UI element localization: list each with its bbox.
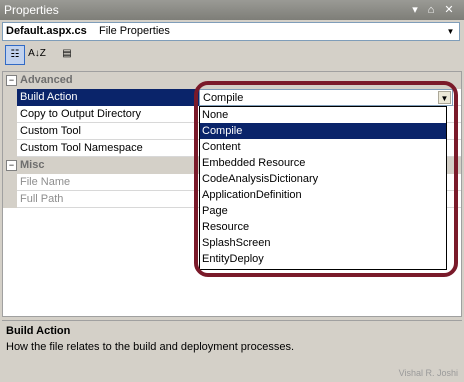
collapse-icon[interactable]: − xyxy=(6,75,17,86)
close-icon[interactable]: ✕ xyxy=(442,3,456,17)
option-entity-deploy[interactable]: EntityDeploy xyxy=(200,251,446,267)
option-content[interactable]: Content xyxy=(200,139,446,155)
pin-icon[interactable]: ⌂ xyxy=(424,3,438,17)
option-splash-screen[interactable]: SplashScreen xyxy=(200,235,446,251)
option-page[interactable]: Page xyxy=(200,203,446,219)
chevron-down-icon[interactable]: ▼ xyxy=(438,91,451,104)
option-application-definition[interactable]: ApplicationDefinition xyxy=(200,187,446,203)
combo-value: Compile xyxy=(203,92,244,104)
window-title: Properties xyxy=(4,3,59,17)
build-action-combo[interactable]: Compile ▼ xyxy=(199,89,453,106)
property-label: Custom Tool Namespace xyxy=(20,142,143,154)
toolbar: ☷ A↓Z ▤ xyxy=(0,42,464,69)
option-compile[interactable]: Compile xyxy=(200,123,446,139)
property-label: File Name xyxy=(20,176,71,188)
collapse-icon[interactable]: − xyxy=(6,160,17,171)
category-label: Misc xyxy=(20,159,45,171)
property-label: Full Path xyxy=(20,193,64,205)
option-code-analysis-dictionary[interactable]: CodeAnalysisDictionary xyxy=(200,171,446,187)
description-panel: Build Action How the file relates to the… xyxy=(2,320,462,381)
category-advanced[interactable]: − Advanced xyxy=(3,72,461,89)
watermark: Vishal R. Joshi xyxy=(398,368,458,378)
object-selector[interactable]: Default.aspx.cs File Properties ▼ xyxy=(2,22,460,41)
option-resource[interactable]: Resource xyxy=(200,219,446,235)
property-label: Custom Tool xyxy=(20,125,81,137)
property-label: Copy to Output Directory xyxy=(20,108,142,120)
chevron-down-icon[interactable]: ▼ xyxy=(443,24,458,39)
category-label: Advanced xyxy=(20,74,73,86)
title-bar: Properties ▾ ⌂ ✕ xyxy=(0,0,464,20)
property-label: Build Action xyxy=(17,89,204,106)
alphabetical-icon[interactable]: A↓Z xyxy=(27,45,47,65)
dropdown-icon[interactable]: ▾ xyxy=(408,3,422,17)
build-action-dropdown-list: None Compile Content Embedded Resource C… xyxy=(199,106,447,270)
categorized-icon[interactable]: ☷ xyxy=(5,45,25,65)
description-text: How the file relates to the build and de… xyxy=(6,341,294,353)
property-pages-icon[interactable]: ▤ xyxy=(57,45,77,65)
option-none[interactable]: None xyxy=(200,107,446,123)
object-type: File Properties xyxy=(99,25,170,37)
option-embedded-resource[interactable]: Embedded Resource xyxy=(200,155,446,171)
description-title: Build Action xyxy=(6,325,71,337)
object-name: Default.aspx.cs xyxy=(6,25,87,37)
